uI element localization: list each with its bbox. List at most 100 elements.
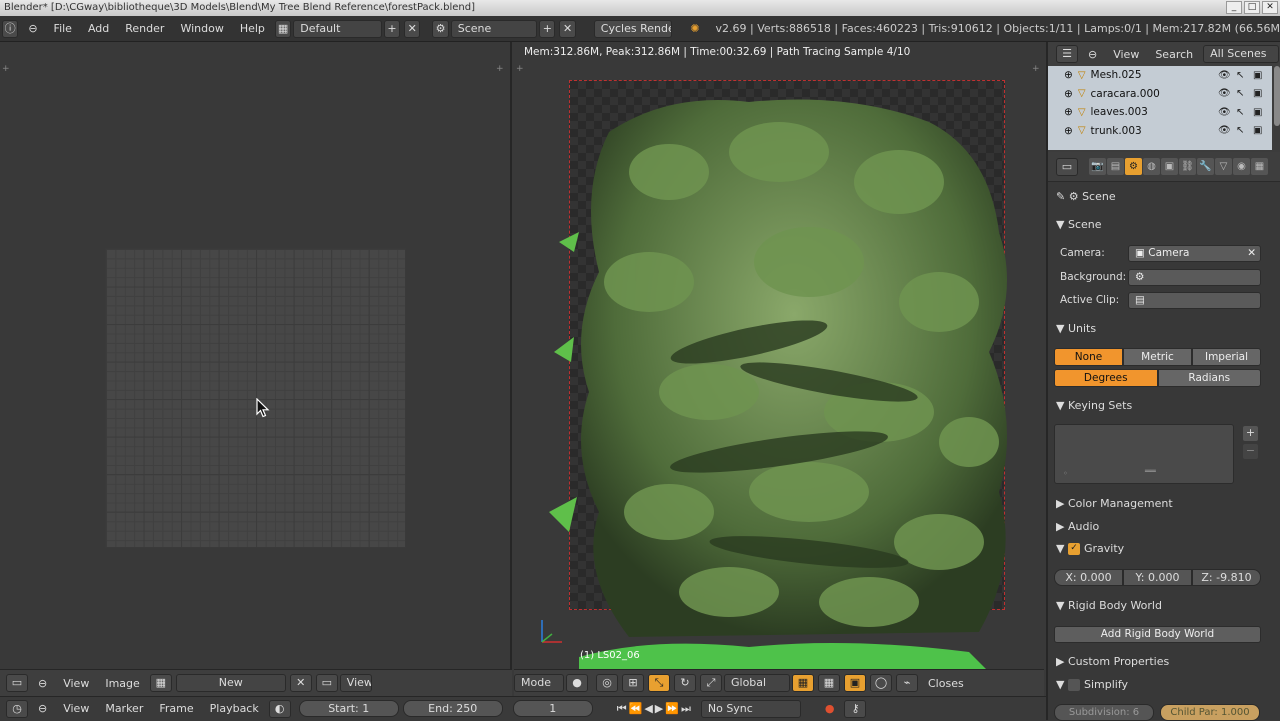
keying-sets-header[interactable]: ▼ Keying Sets (1056, 399, 1268, 412)
eye-icon[interactable]: 👁 (1218, 70, 1231, 81)
camera-render-icon[interactable]: ▣ (1253, 107, 1262, 118)
texture-tab-icon[interactable]: ▦ (1251, 158, 1268, 175)
gravity-checkbox[interactable]: ✓ (1067, 543, 1080, 555)
layers-grid-icon[interactable]: ▦ (818, 674, 840, 692)
record-icon[interactable]: ● (817, 702, 843, 715)
background-field[interactable]: ⚙ (1128, 269, 1261, 286)
screen-layout-field[interactable]: Default (293, 19, 382, 38)
collapse-menu-icon[interactable]: ⊖ (30, 702, 55, 715)
expand-icon[interactable]: ⊕ (1064, 106, 1073, 118)
add-screen-icon[interactable]: + (383, 19, 401, 38)
orientation-dropdown[interactable]: Global (724, 674, 790, 692)
collapse-menu-icon[interactable]: ⊖ (1080, 48, 1105, 61)
remove-screen-icon[interactable]: ✕ (404, 19, 421, 38)
rigid-body-header[interactable]: ▼ Rigid Body World (1056, 599, 1268, 612)
outliner-item[interactable]: ⊕ ▽ trunk.003 👁 ↖ ▣ (1048, 122, 1272, 141)
data-tab-icon[interactable]: ▽ (1215, 158, 1232, 175)
gravity-x-field[interactable]: X: 0.000 (1054, 569, 1123, 586)
camera-field[interactable]: ▣ Camera ✕ (1128, 245, 1261, 262)
expand-icon[interactable]: ⊕ (1064, 125, 1073, 137)
remove-keying-set-icon[interactable]: − (1243, 444, 1258, 459)
menu-frame[interactable]: Frame (151, 702, 201, 715)
mode-dropdown[interactable]: Mode (514, 674, 564, 692)
preview-range-icon[interactable]: ◐ (268, 699, 291, 718)
maximize-button[interactable]: □ (1244, 1, 1260, 14)
display-mode-dropdown[interactable]: All Scenes (1203, 45, 1280, 63)
render-viewport[interactable]: + + Mem:312.86M, Peak:312.86M | Time:00:… (514, 42, 1044, 669)
keying-icon[interactable]: ⚷ (844, 699, 867, 718)
editor-type-timeline-icon[interactable]: ◷ (6, 699, 28, 718)
close-button[interactable]: ✕ (1262, 1, 1278, 14)
camera-render-icon[interactable]: ▣ (1253, 125, 1262, 136)
cursor-select-icon[interactable]: ↖ (1236, 70, 1244, 81)
add-keying-set-icon[interactable]: + (1243, 426, 1258, 441)
area-corner-icon[interactable]: + (1032, 64, 1040, 74)
menu-image[interactable]: Image (97, 677, 147, 690)
editor-type-image-icon[interactable]: ▭ (6, 674, 28, 692)
audio-header[interactable]: ▶ Audio (1056, 520, 1268, 533)
layers-tab-icon[interactable]: ▤ (1107, 158, 1124, 175)
camera-render-icon[interactable]: ▣ (1253, 88, 1262, 99)
expand-icon[interactable]: ⊕ (1064, 69, 1073, 81)
menu-render[interactable]: Render (117, 22, 172, 35)
editor-type-properties-icon[interactable]: ▭ (1056, 157, 1078, 176)
scale-icon[interactable]: ⤢ (700, 674, 722, 692)
constraints-tab-icon[interactable]: ⛓ (1179, 158, 1196, 175)
end-frame-field[interactable]: End: 250 (402, 700, 503, 717)
view-mode-icon[interactable]: ▭ (315, 674, 338, 692)
scene-panel-header[interactable]: ▼ Scene (1056, 218, 1268, 231)
eye-icon[interactable]: 👁 (1218, 88, 1231, 99)
collapse-menu-icon[interactable]: ⊖ (20, 22, 45, 35)
add-rigid-body-world-button[interactable]: Add Rigid Body World (1054, 626, 1261, 643)
menu-view[interactable]: View (1105, 48, 1147, 61)
subdivision-field[interactable]: Subdivision: 6 (1054, 704, 1154, 721)
list-resize-icon[interactable]: ◦ (1063, 469, 1068, 478)
units-panel-header[interactable]: ▼ Units (1056, 322, 1268, 335)
object-tab-icon[interactable]: ▣ (1161, 158, 1178, 175)
browse-image-icon[interactable]: ▦ (149, 674, 172, 692)
unit-imperial-button[interactable]: Imperial (1192, 348, 1261, 366)
editor-type-outliner-icon[interactable]: ☰ (1056, 45, 1078, 63)
degrees-button[interactable]: Degrees (1054, 369, 1158, 387)
collapse-menu-icon[interactable]: ⊖ (30, 677, 55, 690)
add-scene-icon[interactable]: + (539, 19, 556, 38)
menu-file[interactable]: File (46, 22, 80, 35)
view-dropdown[interactable]: View (339, 674, 372, 692)
new-image-button[interactable]: New (175, 674, 286, 692)
modifiers-tab-icon[interactable]: 🔧 (1197, 158, 1214, 175)
child-particles-field[interactable]: Child Par: 1.000 (1160, 704, 1260, 721)
color-management-header[interactable]: ▶ Color Management (1056, 497, 1268, 510)
radians-button[interactable]: Radians (1157, 369, 1261, 387)
camera-render-icon[interactable]: ▣ (1253, 70, 1262, 81)
area-corner-icon[interactable]: + (516, 64, 524, 74)
screen-layout-icon[interactable]: ▦ (274, 19, 292, 38)
menu-search[interactable]: Search (1147, 48, 1201, 61)
image-editor-area[interactable]: + + (0, 42, 512, 669)
unit-metric-button[interactable]: Metric (1123, 348, 1192, 366)
menu-view[interactable]: View (55, 702, 97, 715)
menu-marker[interactable]: Marker (97, 702, 151, 715)
gravity-header[interactable]: ▼ ✓ Gravity (1056, 542, 1268, 555)
outliner-item[interactable]: ⊕ ▽ Mesh.025 👁 ↖ ▣ (1048, 66, 1272, 85)
menu-view[interactable]: View (55, 677, 97, 690)
render-tab-icon[interactable]: 📷 (1089, 158, 1106, 175)
editor-type-info-icon[interactable]: ⓘ (2, 19, 19, 38)
pivot-icon[interactable]: ◎ (596, 674, 618, 692)
eye-icon[interactable]: 👁 (1218, 107, 1231, 118)
sync-dropdown[interactable]: No Sync (700, 699, 801, 718)
eye-icon[interactable]: 👁 (1218, 125, 1231, 136)
unit-none-button[interactable]: None (1054, 348, 1123, 366)
pin-icon[interactable]: ✕ (289, 674, 312, 692)
snap-target[interactable]: Closes (920, 677, 972, 690)
scene-field[interactable]: Scene (450, 19, 538, 38)
cursor-select-icon[interactable]: ↖ (1236, 125, 1244, 136)
render-engine-dropdown[interactable]: Cycles Render (593, 19, 673, 38)
remove-scene-icon[interactable]: ✕ (559, 19, 576, 38)
menu-help[interactable]: Help (232, 22, 273, 35)
pin-icon[interactable]: ✎ (1056, 190, 1065, 203)
minimize-button[interactable]: _ (1226, 1, 1242, 14)
custom-properties-header[interactable]: ▶ Custom Properties (1056, 655, 1268, 668)
snap-icon[interactable]: ⌁ (896, 674, 918, 692)
viewport-shading-icon[interactable]: ● (566, 674, 588, 692)
world-tab-icon[interactable]: ◍ (1143, 158, 1160, 175)
